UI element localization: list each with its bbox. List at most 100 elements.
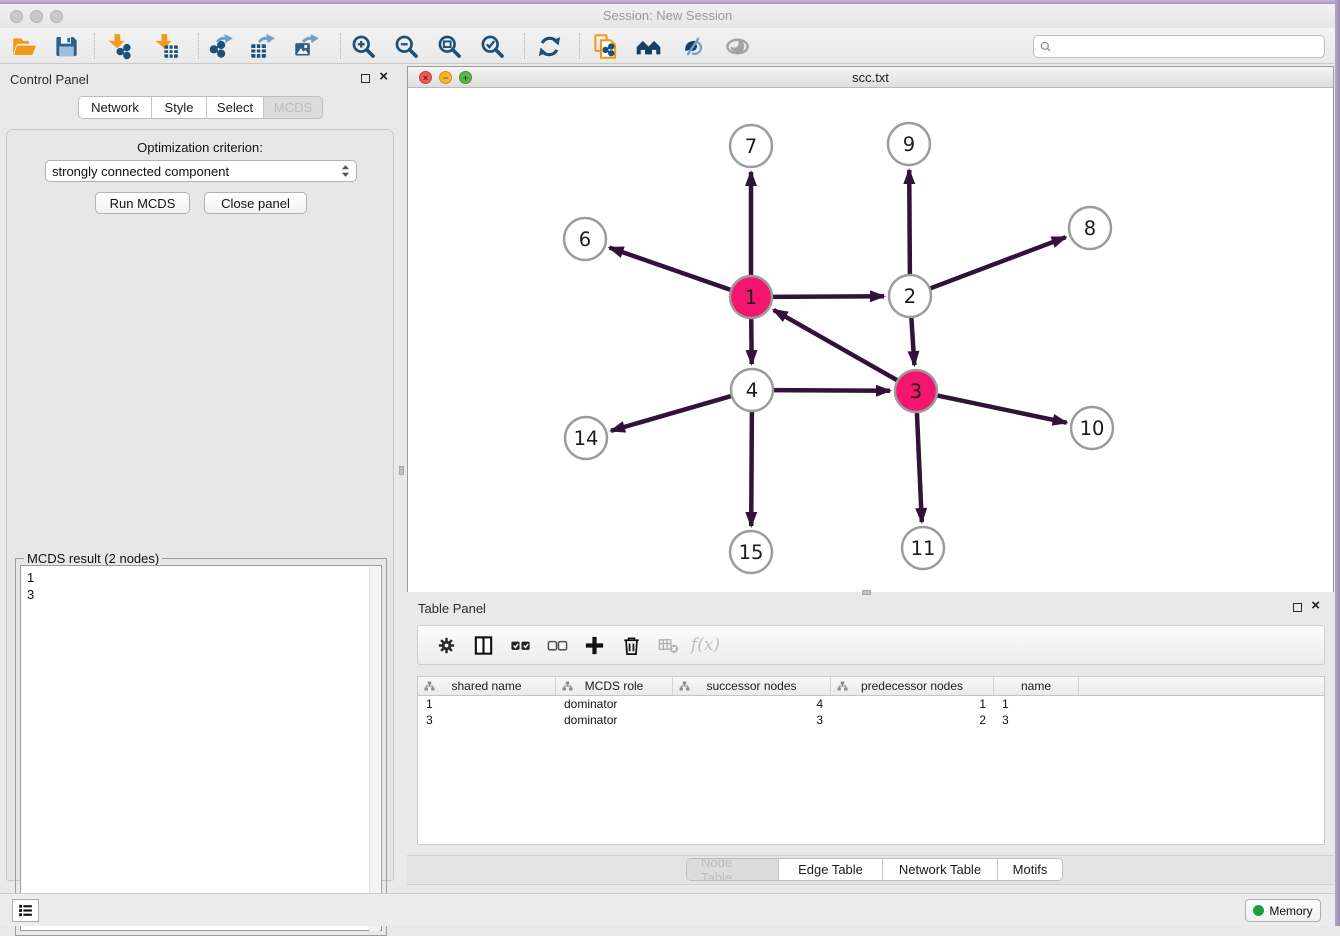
graph-node-4[interactable]: 4 — [731, 369, 773, 411]
export-image-button[interactable] — [289, 30, 323, 62]
edge-4-3[interactable] — [771, 390, 890, 391]
network-canvas[interactable]: 7 9 6 8 1 2 4 3 14 10 15 11 — [408, 88, 1333, 592]
graph-node-3[interactable]: 3 — [895, 370, 937, 412]
graph-node-2[interactable]: 2 — [889, 275, 931, 317]
table-cell[interactable]: 4 — [673, 696, 831, 712]
close-panel-button[interactable]: Close panel — [204, 192, 307, 214]
apply-layout-button[interactable] — [532, 30, 566, 62]
table-row[interactable]: 3dominator323 — [418, 712, 1324, 728]
vertical-splitter-handle[interactable] — [399, 466, 404, 475]
memory-button[interactable]: Memory — [1245, 899, 1321, 922]
edge-1-6[interactable] — [610, 248, 734, 291]
import-network-button[interactable] — [101, 30, 135, 62]
zoom-selected-button[interactable] — [475, 30, 509, 62]
table-row[interactable]: 1dominator411 — [418, 696, 1324, 712]
result-scrollbar[interactable] — [369, 567, 380, 931]
edge-4-14[interactable] — [611, 395, 734, 431]
zoom-fit-button[interactable] — [432, 30, 466, 62]
table-options-button[interactable] — [428, 629, 465, 661]
search-input[interactable] — [1057, 38, 1324, 56]
table-cell[interactable]: dominator — [556, 712, 673, 728]
mcds-result-text[interactable]: 1 3 — [20, 565, 382, 931]
function-builder-button[interactable]: f(x) — [687, 629, 724, 661]
edge-1-2[interactable] — [770, 296, 884, 297]
delete-row-button[interactable] — [613, 629, 650, 661]
graph-node-1[interactable]: 1 — [730, 276, 772, 318]
export-network-button[interactable] — [203, 30, 237, 62]
control-tab-network[interactable]: Network — [79, 97, 152, 118]
table-cell[interactable]: 3 — [418, 712, 556, 728]
import-table-button[interactable] — [148, 30, 182, 62]
table-tab-network-table[interactable]: Network Table — [883, 859, 998, 880]
network-window-titlebar[interactable]: × − + scc.txt — [408, 67, 1333, 88]
clone-network-button[interactable] — [588, 30, 622, 62]
column-header-name[interactable]: name — [994, 677, 1079, 695]
column-header-shared-name[interactable]: shared name — [418, 677, 556, 695]
graph-node-15[interactable]: 15 — [730, 531, 772, 573]
window-traffic-lights[interactable] — [10, 10, 70, 28]
graph-node-8[interactable]: 8 — [1069, 207, 1111, 249]
edge-2-3[interactable] — [911, 315, 914, 365]
table-cell[interactable]: dominator — [556, 696, 673, 712]
delete-column-button[interactable] — [650, 629, 687, 661]
float-panel-icon[interactable] — [1293, 603, 1302, 612]
export-image-icon — [293, 33, 320, 60]
table-tab-edge-table[interactable]: Edge Table — [779, 859, 883, 880]
zoom-in-button[interactable] — [346, 30, 380, 62]
edge-2-8[interactable] — [928, 237, 1066, 289]
table-cell[interactable]: 3 — [673, 712, 831, 728]
deselect-all-button[interactable] — [539, 629, 576, 661]
table-cell[interactable]: 1 — [994, 696, 1079, 712]
table-cell[interactable]: 1 — [418, 696, 556, 712]
edge-2-9[interactable] — [909, 170, 910, 277]
edge-3-1[interactable] — [774, 310, 900, 382]
zoom-out-button[interactable] — [389, 30, 423, 62]
graph-node-6[interactable]: 6 — [564, 218, 606, 260]
control-tab-style[interactable]: Style — [152, 97, 207, 118]
graph-node-10[interactable]: 10 — [1071, 407, 1113, 449]
edge-1-4[interactable] — [751, 316, 752, 364]
table-cell[interactable]: 1 — [831, 696, 994, 712]
save-session-button[interactable] — [49, 30, 83, 62]
graph-node-7[interactable]: 7 — [730, 125, 772, 167]
edge-3-10[interactable] — [935, 395, 1067, 423]
select-all-button[interactable] — [502, 629, 539, 661]
open-file-button[interactable] — [7, 30, 41, 62]
edge-3-11[interactable] — [917, 410, 922, 522]
table-cell[interactable]: 3 — [994, 712, 1079, 728]
table-cell[interactable]: 2 — [831, 712, 994, 728]
network-maximize-button[interactable]: + — [459, 71, 472, 84]
table-tab-motifs[interactable]: Motifs — [998, 859, 1062, 880]
float-panel-icon[interactable] — [361, 74, 370, 83]
show-columns-button[interactable] — [465, 629, 502, 661]
network-minimize-button[interactable]: − — [439, 71, 452, 84]
task-history-button[interactable] — [12, 899, 39, 922]
optimization-criterion-select[interactable]: strongly connected component — [45, 160, 357, 182]
zoom-window-button[interactable] — [50, 10, 63, 23]
export-table-button[interactable] — [245, 30, 279, 62]
search-box[interactable] — [1033, 35, 1325, 58]
control-tab-select[interactable]: Select — [207, 97, 264, 118]
mcds-result-title: MCDS result (2 nodes) — [24, 551, 162, 566]
graph-node-14[interactable]: 14 — [565, 417, 607, 459]
table-tab-node-table[interactable]: Node Table — [687, 859, 779, 880]
network-close-button[interactable]: × — [419, 71, 432, 84]
close-window-button[interactable] — [10, 10, 23, 23]
graph-node-9[interactable]: 9 — [888, 123, 930, 165]
minimize-window-button[interactable] — [30, 10, 43, 23]
graph-node-11[interactable]: 11 — [902, 527, 944, 569]
run-mcds-button[interactable]: Run MCDS — [95, 192, 190, 214]
column-header-MCDS-role[interactable]: MCDS role — [556, 677, 673, 695]
selected-criterion: strongly connected component — [52, 164, 341, 179]
column-header-successor-nodes[interactable]: successor nodes — [673, 677, 831, 695]
first-neighbors-button[interactable] — [631, 30, 665, 62]
show-all-button[interactable] — [720, 30, 754, 62]
control-tab-mcds[interactable]: MCDS — [264, 97, 322, 118]
add-column-button[interactable] — [576, 629, 613, 661]
close-panel-icon[interactable]: × — [379, 72, 388, 82]
hide-selected-button[interactable] — [675, 30, 709, 62]
network-graph[interactable]: 7 9 6 8 1 2 4 3 14 10 15 11 — [408, 88, 1333, 592]
close-panel-icon[interactable]: × — [1311, 601, 1320, 611]
column-header-predecessor-nodes[interactable]: predecessor nodes — [831, 677, 994, 695]
edge-4-15[interactable] — [751, 409, 752, 526]
